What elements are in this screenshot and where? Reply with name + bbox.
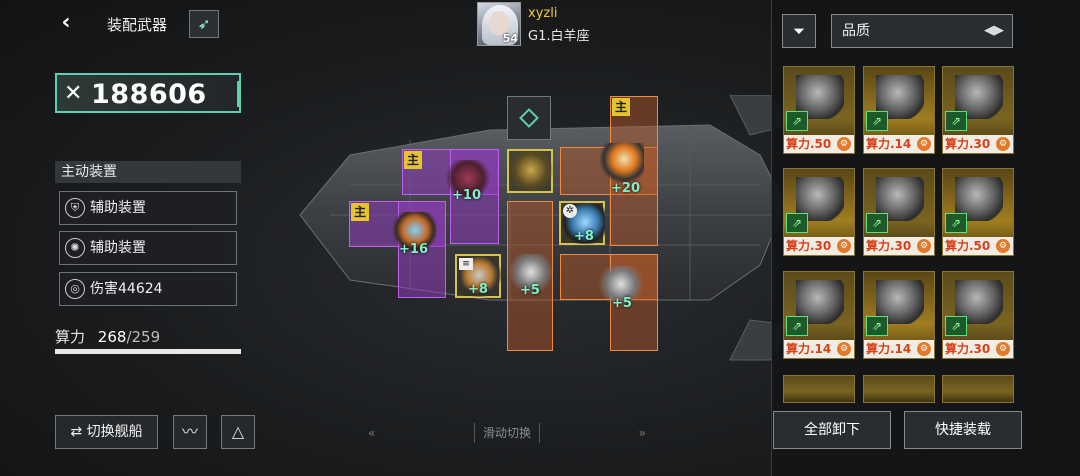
gear-badge-icon: ✲ (563, 204, 577, 218)
inventory-card[interactable]: ⇗ 算力.30 ⚙ (942, 271, 1014, 359)
quick-equip-button[interactable]: 快捷装载 (904, 411, 1022, 449)
inventory-card[interactable]: ⇗ 算力.30 ⚙ (863, 168, 935, 256)
gear-icon: ⚙ (996, 342, 1010, 356)
rank-arrow-icon: ⇗ (945, 316, 967, 336)
slot-bonus: +20 (611, 181, 640, 196)
capacity-readout: 算力 268/259 (55, 328, 161, 346)
slot-bonus: +5 (520, 283, 540, 298)
inventory-card[interactable]: ⇗ 算力.14 ⚙ (783, 271, 855, 359)
emblem-button[interactable]: △ (221, 415, 255, 449)
rank-arrow-icon: ⇗ (786, 316, 808, 336)
capacity-bar (55, 349, 241, 354)
active-slot-label: 辅助装置 (90, 200, 146, 216)
pilot-name: xyzli (528, 6, 558, 21)
rank-arrow-icon: ⇗ (945, 111, 967, 131)
main-slot-tag: 主 (351, 203, 369, 221)
card-capacity: 算力.30 ⚙ (864, 237, 934, 255)
sort-select[interactable]: 品质 ◀▶ (831, 14, 1013, 48)
inventory-card[interactable]: ⇗ 算力.50 ⚙ (942, 168, 1014, 256)
swipe-left-icon: « (368, 426, 376, 440)
main-slot-tag: 主 (612, 98, 630, 116)
gear-icon: ⚙ (917, 239, 931, 253)
gear-ring-icon: ✺ (65, 238, 85, 258)
pilot-level: 54 (502, 32, 518, 45)
equipped-weapon[interactable] (509, 152, 553, 192)
swipe-switch[interactable]: « 滑动切换 » (368, 423, 646, 443)
card-capacity: 算力.30 ⚙ (943, 135, 1013, 153)
pilot-avatar[interactable]: 54 (477, 2, 521, 46)
slot-bonus: +8 (574, 229, 594, 244)
unequip-all-button[interactable]: 全部卸下 (773, 411, 891, 449)
core-slot[interactable] (507, 96, 551, 140)
gear-icon: ⚙ (837, 342, 851, 356)
slot-bonus: +10 (452, 188, 481, 203)
main-slot-tag: 主 (404, 151, 422, 169)
rank-arrow-icon: ⇗ (866, 213, 888, 233)
card-capacity: 算力.30 ⚙ (784, 237, 854, 255)
gear-icon: ⚙ (996, 137, 1010, 151)
combat-power: ✕ 188606 (55, 73, 241, 113)
triangle-emblem-icon: △ (231, 422, 245, 441)
active-slot-1[interactable]: ⛨ 辅助装置 (59, 191, 237, 225)
active-equipment-header: 主动装置 (55, 161, 241, 183)
active-slot-label: 辅助装置 (90, 240, 146, 256)
equipped-weapon[interactable] (600, 143, 644, 183)
signal-wave-icon: 〰 (181, 422, 198, 441)
swipe-label: 滑动切换 (473, 423, 540, 443)
inventory-card[interactable]: ⇗ 算力.30 ⚙ (783, 168, 855, 256)
gear-icon: ⚙ (837, 137, 851, 151)
swipe-right-icon: » (638, 426, 646, 440)
filter-button[interactable]: ⏷ (782, 14, 816, 48)
card-capacity: 算力.30 ⚙ (943, 340, 1013, 358)
inventory-card[interactable]: ⇗ 算力.50 ⚙ (783, 66, 855, 154)
pilot-rank: G1.白羊座 (528, 29, 590, 44)
rank-arrow-icon: ⇗ (786, 111, 808, 131)
page-title: 装配武器 (107, 16, 168, 34)
card-capacity: 算力.14 ⚙ (864, 135, 934, 153)
back-button[interactable]: ‹ (54, 12, 78, 36)
diamond-icon (519, 108, 539, 128)
combat-power-value: 188606 (91, 79, 207, 110)
card-capacity: 算力.50 ⚙ (784, 135, 854, 153)
inventory-card[interactable]: ⇗ 算力.30 ⚙ (942, 66, 1014, 154)
inventory-card-partial[interactable] (942, 375, 1014, 403)
switch-ship-button[interactable]: ⇄ 切换舰船 (55, 415, 158, 449)
card-capacity: 算力.14 ⚙ (864, 340, 934, 358)
signal-button[interactable]: 〰 (173, 415, 207, 449)
slot-bonus: +16 (399, 242, 428, 257)
gear-icon: ⚙ (917, 137, 931, 151)
active-slot-3[interactable]: ◎ 伤害44624 (59, 272, 237, 306)
filter-list-icon: ⏷ (792, 22, 805, 40)
active-slot-2[interactable]: ✺ 辅助装置 (59, 231, 237, 265)
inventory-card-partial[interactable] (863, 375, 935, 403)
slot-bonus: +5 (612, 296, 632, 311)
card-capacity: 算力.14 ⚙ (784, 340, 854, 358)
orb-ring-icon: ◎ (65, 279, 85, 299)
swap-arrows-icon: ⇄ (70, 424, 83, 440)
rocket-icon: ➶ (197, 15, 211, 33)
rank-arrow-icon: ⇗ (945, 213, 967, 233)
gear-icon: ⚙ (837, 239, 851, 253)
rank-arrow-icon: ⇗ (866, 111, 888, 131)
shield-emblem-icon: ⛨ (65, 198, 85, 218)
inventory-card-partial[interactable] (783, 375, 855, 403)
rocket-button[interactable]: ➶ (189, 10, 219, 38)
sort-toggle-icon: ◀▶ (984, 23, 1004, 38)
crossed-swords-icon: ✕ (64, 81, 83, 106)
gear-icon: ⚙ (917, 342, 931, 356)
rank-arrow-icon: ⇗ (866, 316, 888, 336)
card-capacity: 算力.50 ⚙ (943, 237, 1013, 255)
capacity-total: 259 (131, 328, 161, 346)
active-slot-label: 伤害44624 (90, 281, 163, 297)
inventory-card[interactable]: ⇗ 算力.14 ⚙ (863, 66, 935, 154)
capacity-used: 268 (97, 328, 127, 346)
gear-icon: ⚙ (996, 239, 1010, 253)
slot-bonus: +8 (468, 282, 488, 297)
inventory-card[interactable]: ⇗ 算力.14 ⚙ (863, 271, 935, 359)
ammo-badge-icon: ≡ (459, 258, 473, 270)
rank-arrow-icon: ⇗ (786, 213, 808, 233)
